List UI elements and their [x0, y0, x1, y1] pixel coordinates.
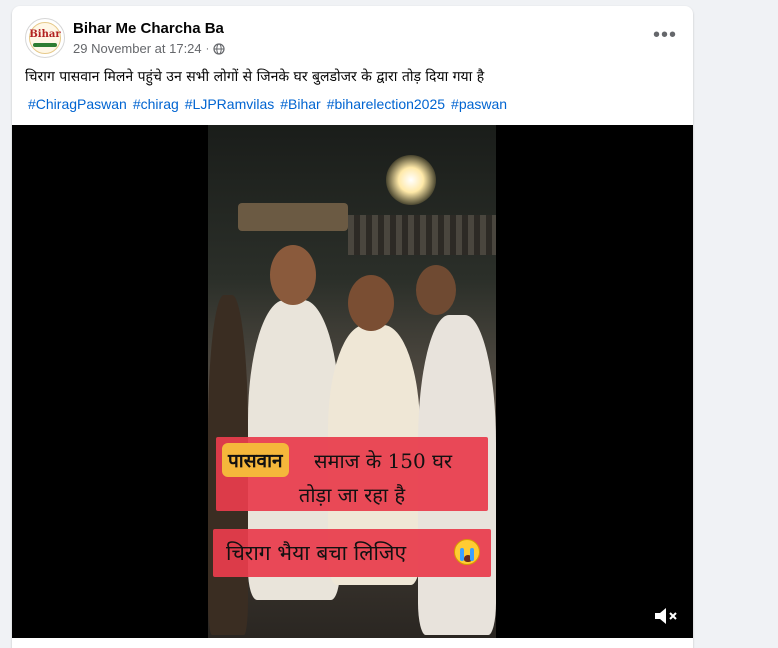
- avatar-logo-bar: [33, 43, 57, 47]
- crying-face-mouth: [464, 555, 472, 562]
- post-caption: चिराग पासवान मिलने पहुंचे उन सभी लोगों स…: [25, 69, 485, 85]
- hashtag-link[interactable]: #ChiragPaswan: [28, 96, 127, 112]
- hashtag-link[interactable]: #paswan: [451, 96, 507, 112]
- scene-fence: [348, 215, 496, 255]
- scene-person-head: [270, 245, 316, 305]
- scene-person-head: [348, 275, 394, 331]
- crying-face-icon: [454, 539, 480, 565]
- scene-person-head: [416, 265, 456, 315]
- page-avatar[interactable]: Bihar: [25, 18, 65, 58]
- post-meta: 29 November at 17:24 ·: [73, 41, 225, 56]
- post-timestamp[interactable]: 29 November at 17:24: [73, 41, 202, 56]
- post-card: Bihar Bihar Me Charcha Ba 29 November at…: [12, 6, 693, 648]
- hashtag-link[interactable]: #biharelection2025: [327, 96, 445, 112]
- scene-street-light: [386, 155, 436, 205]
- page-name-link[interactable]: Bihar Me Charcha Ba: [73, 20, 224, 37]
- more-options-button[interactable]: •••: [647, 20, 683, 50]
- overlay-text-line2: तोड़ा जा रहा है: [298, 483, 406, 507]
- hashtag-link[interactable]: #LJPRamvilas: [185, 96, 274, 112]
- hashtag-link[interactable]: #chirag: [133, 96, 179, 112]
- post-header: Bihar Bihar Me Charcha Ba 29 November at…: [12, 6, 693, 62]
- video-controls: [12, 594, 693, 638]
- hashtag-list: #ChiragPaswan #chirag #LJPRamvilas #Biha…: [28, 96, 507, 112]
- overlay-badge: पासवान: [222, 443, 289, 477]
- hashtag-link[interactable]: #Bihar: [280, 96, 320, 112]
- video-player[interactable]: पासवान समाज के 150 घर तोड़ा जा रहा है चि…: [12, 125, 693, 638]
- overlay-text-line1: समाज के 150 घर: [314, 449, 453, 473]
- scene-gate-sign: [238, 203, 348, 231]
- meta-separator: ·: [205, 42, 210, 55]
- avatar-logo-text: Bihar: [29, 29, 61, 40]
- more-dots-icon: •••: [652, 23, 677, 46]
- globe-icon[interactable]: [213, 42, 225, 55]
- volume-muted-icon[interactable]: [653, 605, 679, 627]
- video-frame[interactable]: पासवान समाज के 150 घर तोड़ा जा रहा है चि…: [208, 125, 496, 638]
- overlay-text-line3: चिराग भैया बचा लिजिए: [226, 541, 407, 565]
